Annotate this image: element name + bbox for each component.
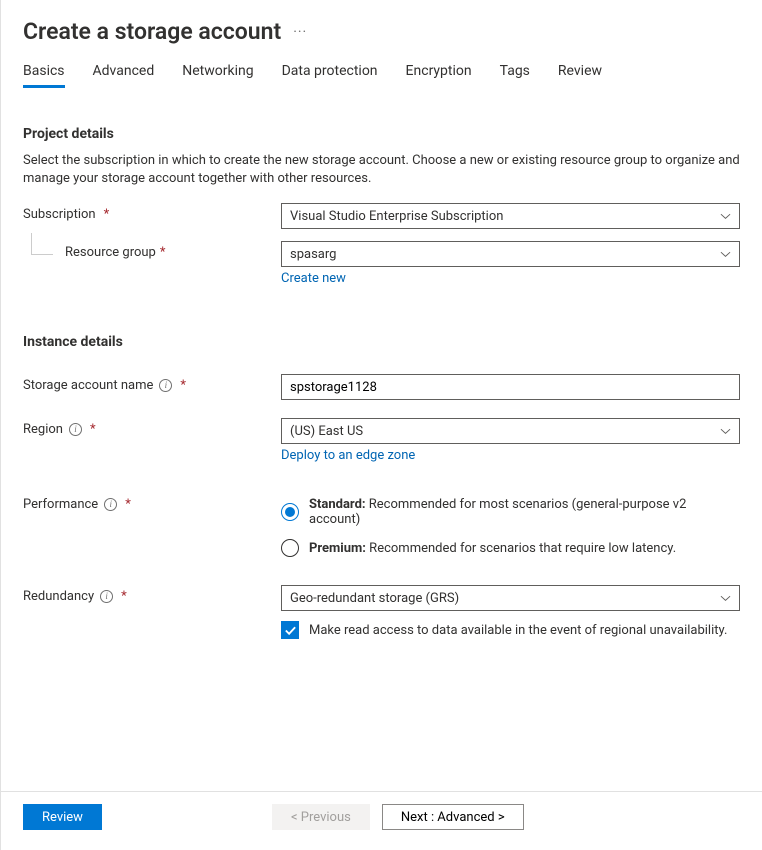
perf-premium-bold: Premium: (309, 541, 366, 556)
tab-basics[interactable]: Basics (23, 63, 65, 88)
tab-tags[interactable]: Tags (500, 63, 530, 88)
more-actions-icon[interactable]: ··· (293, 24, 307, 40)
required-asterisk: * (104, 207, 110, 222)
subscription-value: Visual Studio Enterprise Subscription (290, 209, 503, 224)
tab-data-protection[interactable]: Data protection (282, 63, 378, 88)
next-button[interactable]: Next : Advanced > (382, 804, 524, 830)
tab-networking[interactable]: Networking (182, 63, 253, 88)
storage-name-input[interactable] (281, 374, 740, 400)
page-title: Create a storage account (23, 18, 281, 45)
redundancy-label: Redundancy (23, 589, 94, 604)
chevron-down-icon (720, 593, 731, 604)
redundancy-value: Geo-redundant storage (GRS) (290, 591, 459, 606)
storage-name-label: Storage account name (23, 378, 153, 393)
edge-zone-link[interactable]: Deploy to an edge zone (281, 448, 415, 463)
resource-group-value: spasarg (290, 247, 336, 262)
region-select[interactable]: (US) East US (281, 418, 740, 444)
tab-encryption[interactable]: Encryption (406, 63, 472, 88)
chevron-down-icon (720, 249, 731, 260)
info-icon[interactable]: i (100, 590, 113, 603)
project-details-description: Select the subscription in which to crea… (23, 152, 740, 187)
perf-standard-text: Recommended for most scenarios (general-… (309, 497, 686, 527)
radio-unchecked-icon (281, 539, 299, 557)
read-access-label: Make read access to data available in th… (309, 623, 727, 638)
redundancy-select[interactable]: Geo-redundant storage (GRS) (281, 585, 740, 611)
perf-standard-bold: Standard: (309, 497, 366, 512)
required-asterisk: * (90, 422, 96, 437)
review-button[interactable]: Review (23, 804, 102, 830)
performance-label: Performance (23, 497, 98, 512)
performance-premium-radio[interactable]: Premium: Recommended for scenarios that … (281, 539, 740, 557)
performance-standard-radio[interactable]: Standard: Recommended for most scenarios… (281, 497, 740, 527)
resource-group-label: Resource group (65, 245, 156, 260)
chevron-down-icon (720, 211, 731, 222)
radio-checked-icon (281, 503, 299, 521)
chevron-down-icon (720, 426, 731, 437)
subscription-label: Subscription (23, 207, 96, 222)
region-label: Region (23, 422, 63, 437)
required-asterisk: * (180, 378, 186, 393)
checkbox-checked-icon (281, 621, 299, 639)
info-icon[interactable]: i (69, 423, 82, 436)
tree-connector (31, 233, 53, 255)
info-icon[interactable]: i (104, 498, 117, 511)
create-new-link[interactable]: Create new (281, 271, 346, 286)
info-icon[interactable]: i (159, 379, 172, 392)
required-asterisk: * (125, 497, 131, 512)
previous-button: < Previous (272, 804, 370, 830)
required-asterisk: * (121, 589, 127, 604)
tab-advanced[interactable]: Advanced (93, 63, 155, 88)
project-details-heading: Project details (23, 126, 740, 142)
subscription-select[interactable]: Visual Studio Enterprise Subscription (281, 203, 740, 229)
read-access-checkbox[interactable]: Make read access to data available in th… (281, 621, 740, 639)
perf-premium-text: Recommended for scenarios that require l… (366, 541, 676, 556)
tab-bar: Basics Advanced Networking Data protection E… (23, 63, 740, 88)
tab-review[interactable]: Review (558, 63, 602, 88)
region-value: (US) East US (290, 424, 363, 439)
instance-details-heading: Instance details (23, 334, 740, 350)
required-asterisk: * (160, 245, 166, 260)
resource-group-select[interactable]: spasarg (281, 241, 740, 267)
